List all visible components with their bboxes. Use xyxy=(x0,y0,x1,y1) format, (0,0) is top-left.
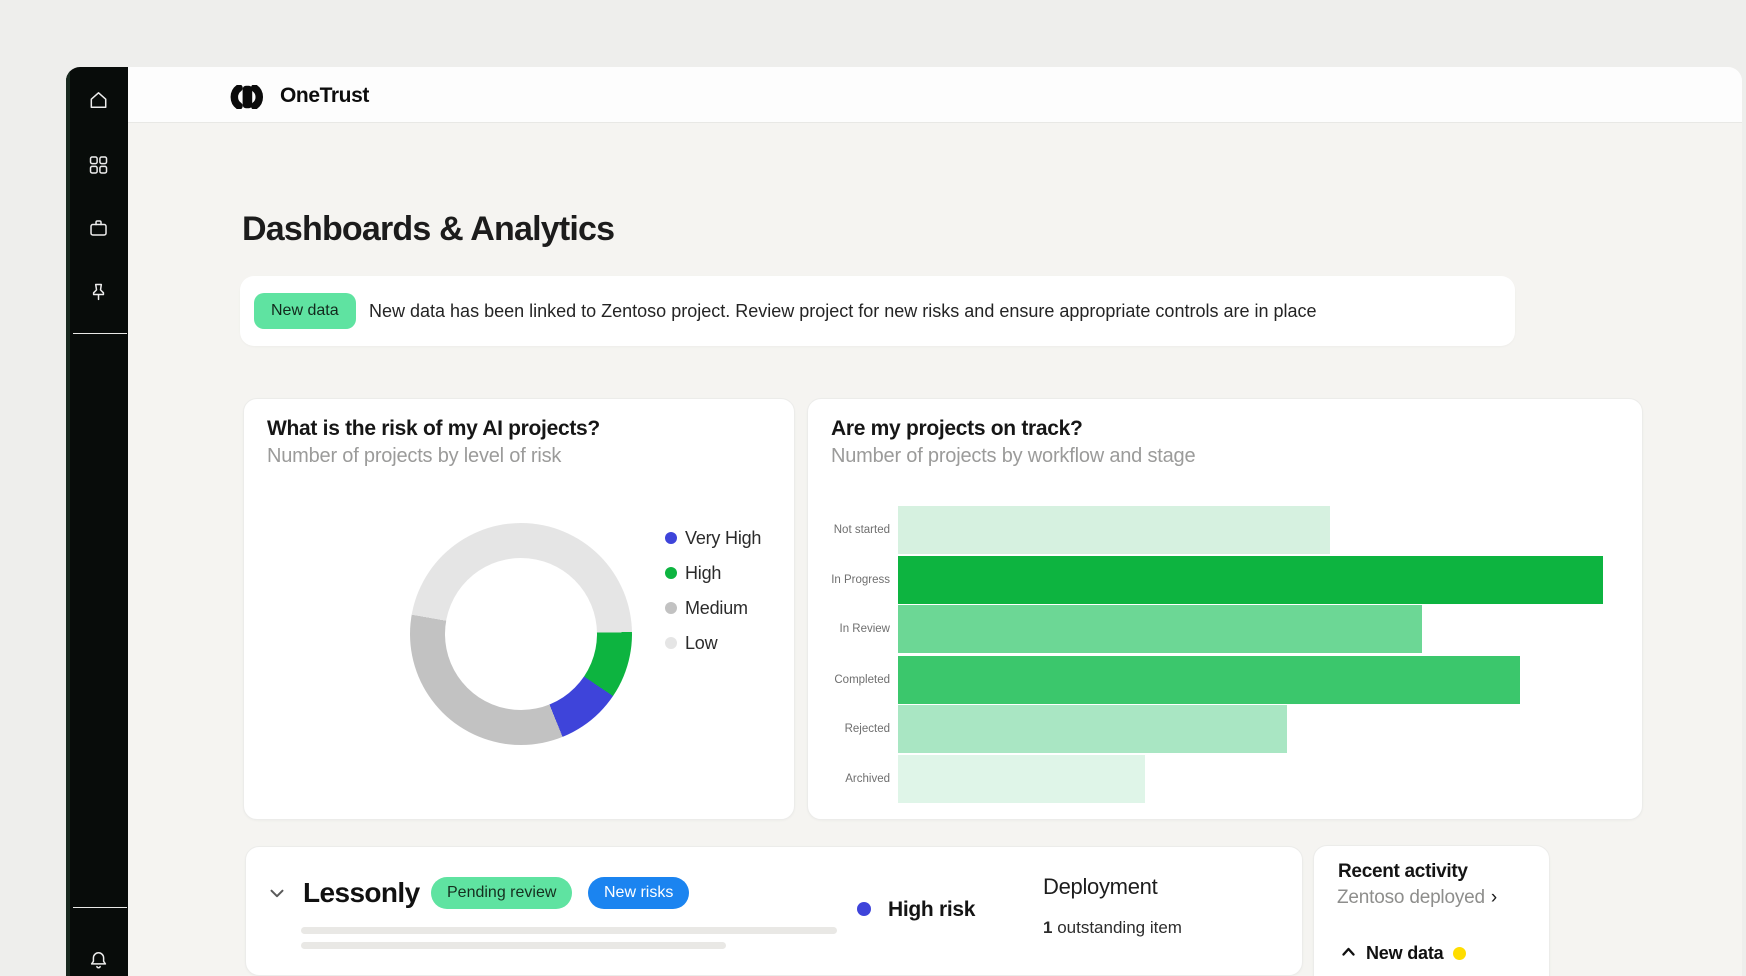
apps-grid-icon xyxy=(87,164,111,181)
legend-dot-very-high xyxy=(665,532,677,544)
bell-icon xyxy=(87,959,111,976)
chart-title: What is the risk of my AI projects? xyxy=(267,417,600,441)
top-bar: OneTrust xyxy=(128,67,1742,123)
recent-activity-panel: Recent activity Zentoso deployed › New da… xyxy=(1313,845,1550,976)
bar-row: In Progress xyxy=(808,556,1642,604)
sidebar-item-pinned[interactable] xyxy=(87,281,111,305)
sidebar-item-workspace[interactable] xyxy=(87,216,111,240)
sidebar-item-apps[interactable] xyxy=(87,153,111,177)
outstanding-items: 1 outstanding item xyxy=(1043,918,1182,938)
risk-level-label: High risk xyxy=(888,898,975,922)
bar-label: Not started xyxy=(808,506,890,554)
bar-label: Rejected xyxy=(808,705,890,753)
legend-item: Low xyxy=(665,632,717,654)
briefcase-icon xyxy=(87,227,111,244)
stage-name: Deployment xyxy=(1043,874,1157,900)
link-label: Zentoso deployed xyxy=(1337,887,1485,908)
chevron-up-icon xyxy=(1341,944,1356,962)
legend-item: High xyxy=(665,562,721,584)
bar-archived xyxy=(898,755,1145,803)
recent-activity-link[interactable]: Zentoso deployed › xyxy=(1337,887,1497,909)
risk-level-dot xyxy=(857,902,871,916)
placeholder-line xyxy=(301,942,726,949)
risk-chart-card: What is the risk of my AI projects? Numb… xyxy=(243,398,795,820)
pin-icon xyxy=(87,292,111,309)
sidebar-divider xyxy=(73,333,127,334)
workflow-chart-card: Are my projects on track? Number of proj… xyxy=(807,398,1643,820)
banner-message: New data has been linked to Zentoso proj… xyxy=(369,276,1317,346)
screen: OneTrust Dashboards & Analytics New data… xyxy=(0,0,1746,976)
bar-row: Completed xyxy=(808,656,1642,704)
page-title: Dashboards & Analytics xyxy=(242,209,614,249)
activity-status-dot-yellow xyxy=(1453,947,1466,960)
legend-label: Low xyxy=(685,633,717,654)
bar-not-started xyxy=(898,506,1330,554)
legend-item: Very High xyxy=(665,527,761,549)
donut-chart xyxy=(410,523,632,745)
legend-label: Medium xyxy=(685,598,748,619)
outstanding-suffix: outstanding item xyxy=(1052,918,1181,937)
chart-title: Are my projects on track? xyxy=(831,417,1083,441)
bar-label: Archived xyxy=(808,755,890,803)
project-name: Lessonly xyxy=(303,876,420,910)
legend-dot-low xyxy=(665,637,677,649)
status-badge-new-risks: New risks xyxy=(588,877,689,909)
legend-dot-medium xyxy=(665,602,677,614)
bar-label: Completed xyxy=(808,656,890,704)
bar-row: Archived xyxy=(808,755,1642,803)
sidebar-divider-bottom xyxy=(73,907,127,908)
sidebar xyxy=(66,67,128,976)
legend-dot-high xyxy=(665,567,677,579)
chevron-right-icon: › xyxy=(1491,887,1497,908)
home-icon xyxy=(87,99,111,116)
bar-row: Rejected xyxy=(808,705,1642,753)
legend-label: Very High xyxy=(685,528,761,549)
status-badge-pending-review: Pending review xyxy=(431,877,572,909)
expand-row-button[interactable] xyxy=(266,882,288,904)
placeholder-line xyxy=(301,927,837,934)
sidebar-item-home[interactable] xyxy=(87,88,111,112)
legend-label: High xyxy=(685,563,721,584)
activity-item-new-data[interactable]: New data xyxy=(1341,943,1466,963)
sidebar-item-notifications[interactable] xyxy=(87,948,111,972)
donut-hole xyxy=(445,558,597,710)
bar-row: In Review xyxy=(808,605,1642,653)
notification-banner: New data New data has been linked to Zen… xyxy=(240,276,1515,346)
bar-label: In Progress xyxy=(808,556,890,604)
bar-rejected xyxy=(898,705,1287,753)
banner-badge: New data xyxy=(254,293,356,329)
activity-label: New data xyxy=(1366,943,1443,964)
chevron-down-icon xyxy=(266,891,288,908)
bar-label: In Review xyxy=(808,605,890,653)
recent-activity-title: Recent activity xyxy=(1338,861,1468,883)
bar-in-progress xyxy=(898,556,1603,604)
bar-row: Not started xyxy=(808,506,1642,554)
main-content: Dashboards & Analytics New data New data… xyxy=(128,123,1742,976)
bar-completed xyxy=(898,656,1520,704)
bar-in-review xyxy=(898,605,1422,653)
chart-subtitle: Number of projects by level of risk xyxy=(267,445,561,468)
chart-subtitle: Number of projects by workflow and stage xyxy=(831,445,1195,468)
brand-name: OneTrust xyxy=(280,84,369,108)
project-row-lessonly[interactable]: Lessonly Pending review New risks High r… xyxy=(245,846,1303,976)
legend-item: Medium xyxy=(665,597,748,619)
onetrust-logo-icon xyxy=(224,85,268,109)
app-window: OneTrust Dashboards & Analytics New data… xyxy=(66,67,1742,976)
